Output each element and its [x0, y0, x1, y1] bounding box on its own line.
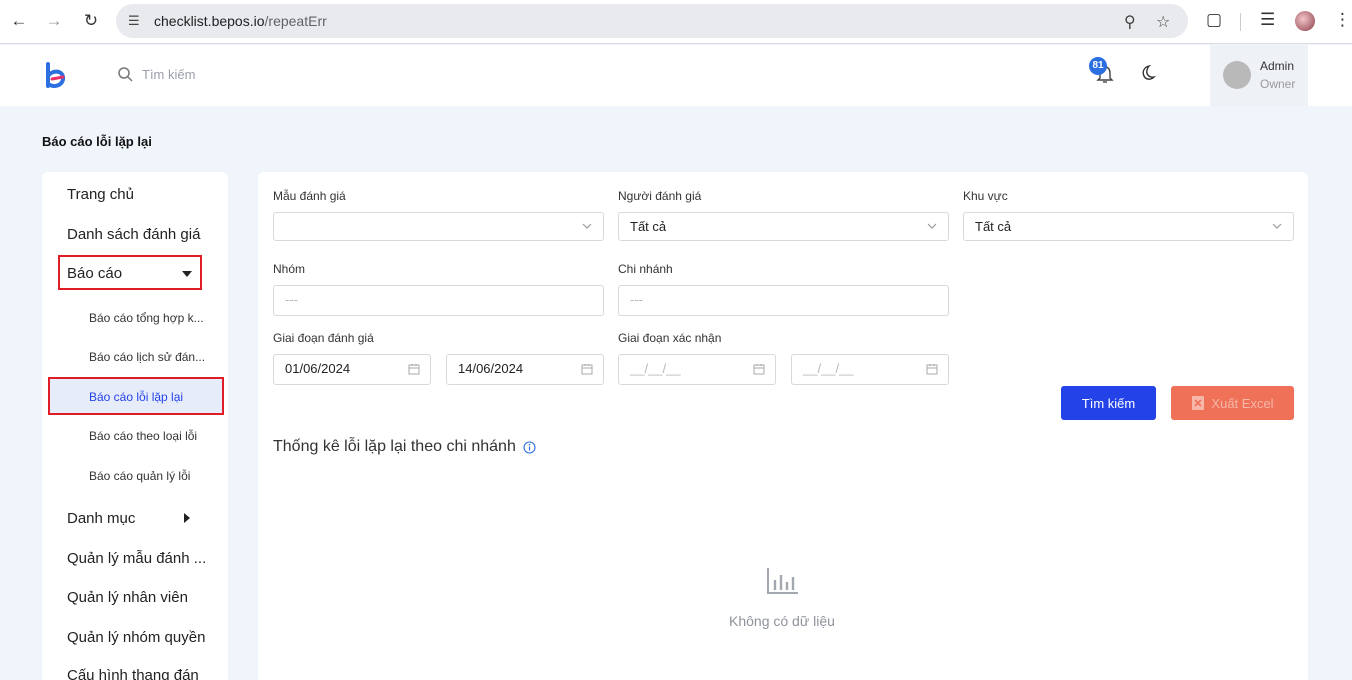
- region-label: Khu vực: [963, 189, 1008, 203]
- search-button[interactable]: Tìm kiếm: [1061, 386, 1156, 420]
- sidebar-subitem-repeat-error-report[interactable]: Báo cáo lỗi lặp lại: [89, 390, 183, 404]
- notification-badge: 81: [1089, 57, 1107, 75]
- sidebar-item-home[interactable]: Trang chủ: [67, 186, 134, 203]
- calendar-icon: [926, 364, 938, 375]
- branch-placeholder: ---: [630, 292, 643, 307]
- group-input[interactable]: ---: [273, 285, 604, 316]
- app-header: Tìm kiếm 81 Admin Owner: [0, 45, 1352, 106]
- search-icon: [118, 67, 133, 82]
- export-excel-label: Xuất Excel: [1211, 395, 1274, 411]
- chevron-down-icon: [927, 223, 937, 229]
- eval-period-label: Giai đoạn đánh giá: [273, 331, 374, 345]
- media-icon[interactable]: ☰: [1260, 10, 1275, 30]
- forward-icon[interactable]: →: [43, 10, 65, 32]
- star-icon[interactable]: ☆: [1156, 12, 1170, 32]
- menu-icon[interactable]: ⋮: [1334, 10, 1351, 30]
- report-panel: Mẫu đánh giá Người đánh giá Tất cả Khu v…: [258, 172, 1308, 680]
- evaluator-select[interactable]: Tất cả: [618, 212, 949, 241]
- calendar-icon: [581, 364, 593, 375]
- calendar-icon: [753, 364, 765, 375]
- eval-from-value: 01/06/2024: [285, 361, 351, 376]
- sidebar: Trang chủ Danh sách đánh giá Báo cáo Báo…: [42, 172, 228, 680]
- confirm-from-placeholder: __/__/__: [630, 361, 681, 376]
- bepos-logo[interactable]: [44, 62, 68, 92]
- confirm-to-placeholder: __/__/__: [803, 361, 854, 376]
- confirm-to-date[interactable]: __/__/__: [791, 354, 949, 385]
- branch-input[interactable]: ---: [618, 285, 949, 316]
- stats-section-title: Thống kê lỗi lặp lại theo chi nhánh: [273, 438, 536, 456]
- site-info-icon[interactable]: ☰: [128, 13, 144, 29]
- export-excel-button[interactable]: Xuất Excel: [1171, 386, 1294, 420]
- confirm-from-date[interactable]: __/__/__: [618, 354, 776, 385]
- sidebar-item-scale-config[interactable]: Cấu hình thang đán: [67, 667, 199, 680]
- reload-icon[interactable]: ↻: [80, 10, 102, 32]
- confirm-period-label: Giai đoạn xác nhận: [618, 331, 722, 345]
- evaluator-label: Người đánh giá: [618, 189, 702, 203]
- eval-to-value: 14/06/2024: [458, 361, 524, 376]
- zoom-icon[interactable]: ⚲: [1124, 12, 1136, 32]
- back-icon[interactable]: ←: [8, 10, 30, 32]
- group-label: Nhóm: [273, 262, 306, 276]
- empty-chart-icon: [767, 568, 798, 594]
- sidebar-subitem-summary-report[interactable]: Báo cáo tổng hợp k...: [89, 311, 204, 325]
- page-title: Báo cáo lỗi lặp lại: [42, 134, 152, 149]
- evaluator-value: Tất cả: [630, 219, 667, 234]
- eval-to-date[interactable]: 14/06/2024: [446, 354, 604, 385]
- chevron-down-icon: [1272, 223, 1282, 229]
- sidebar-subitem-error-management-report[interactable]: Báo cáo quản lý lỗi: [89, 469, 190, 483]
- template-select[interactable]: [273, 212, 604, 241]
- sidebar-subitem-history-report[interactable]: Báo cáo lịch sử đán...: [89, 350, 205, 364]
- chevron-down-icon: [582, 223, 592, 229]
- url-text[interactable]: checklist.bepos.io/repeatErr: [154, 13, 327, 29]
- sidebar-item-staff-management[interactable]: Quản lý nhân viên: [67, 589, 188, 606]
- user-role: Owner: [1260, 77, 1296, 91]
- region-value: Tất cả: [975, 219, 1012, 234]
- extensions-icon[interactable]: ▢: [1206, 10, 1222, 30]
- browser-toolbar: ← → ↻ ☰ checklist.bepos.io/repeatErr ⚲ ☆…: [0, 0, 1352, 44]
- sidebar-item-role-management[interactable]: Quản lý nhóm quyền: [67, 629, 205, 646]
- stats-title-text: Thống kê lỗi lặp lại theo chi nhánh: [273, 438, 516, 455]
- sidebar-subitem-error-type-report[interactable]: Báo cáo theo loại lỗi: [89, 429, 197, 443]
- branch-label: Chi nhánh: [618, 262, 673, 276]
- group-placeholder: ---: [285, 292, 298, 307]
- excel-icon: [1192, 396, 1205, 410]
- toolbar-separator: [1240, 13, 1241, 31]
- sidebar-item-reports[interactable]: Báo cáo: [67, 265, 122, 282]
- sidebar-item-template-management[interactable]: Quản lý mẫu đánh ...: [67, 550, 206, 567]
- global-search[interactable]: Tìm kiếm: [118, 67, 195, 82]
- user-name: Admin: [1260, 59, 1295, 73]
- sidebar-item-categories[interactable]: Danh mục: [67, 510, 135, 527]
- template-label: Mẫu đánh giá: [273, 189, 346, 203]
- profile-avatar[interactable]: [1295, 11, 1315, 31]
- chevron-down-icon[interactable]: [182, 271, 192, 277]
- info-icon[interactable]: [523, 440, 536, 454]
- chevron-right-icon[interactable]: [184, 513, 190, 523]
- empty-state-text: Không có dữ liệu: [729, 613, 835, 629]
- sidebar-item-evaluations[interactable]: Danh sách đánh giá: [67, 226, 200, 243]
- address-bar[interactable]: ☰ checklist.bepos.io/repeatErr ⚲ ☆: [116, 4, 1188, 38]
- calendar-icon: [408, 364, 420, 375]
- search-placeholder[interactable]: Tìm kiếm: [142, 67, 195, 82]
- dark-mode-icon[interactable]: [1138, 64, 1156, 82]
- user-menu[interactable]: Admin Owner: [1210, 45, 1308, 106]
- region-select[interactable]: Tất cả: [963, 212, 1294, 241]
- eval-from-date[interactable]: 01/06/2024: [273, 354, 431, 385]
- user-avatar: [1223, 61, 1251, 89]
